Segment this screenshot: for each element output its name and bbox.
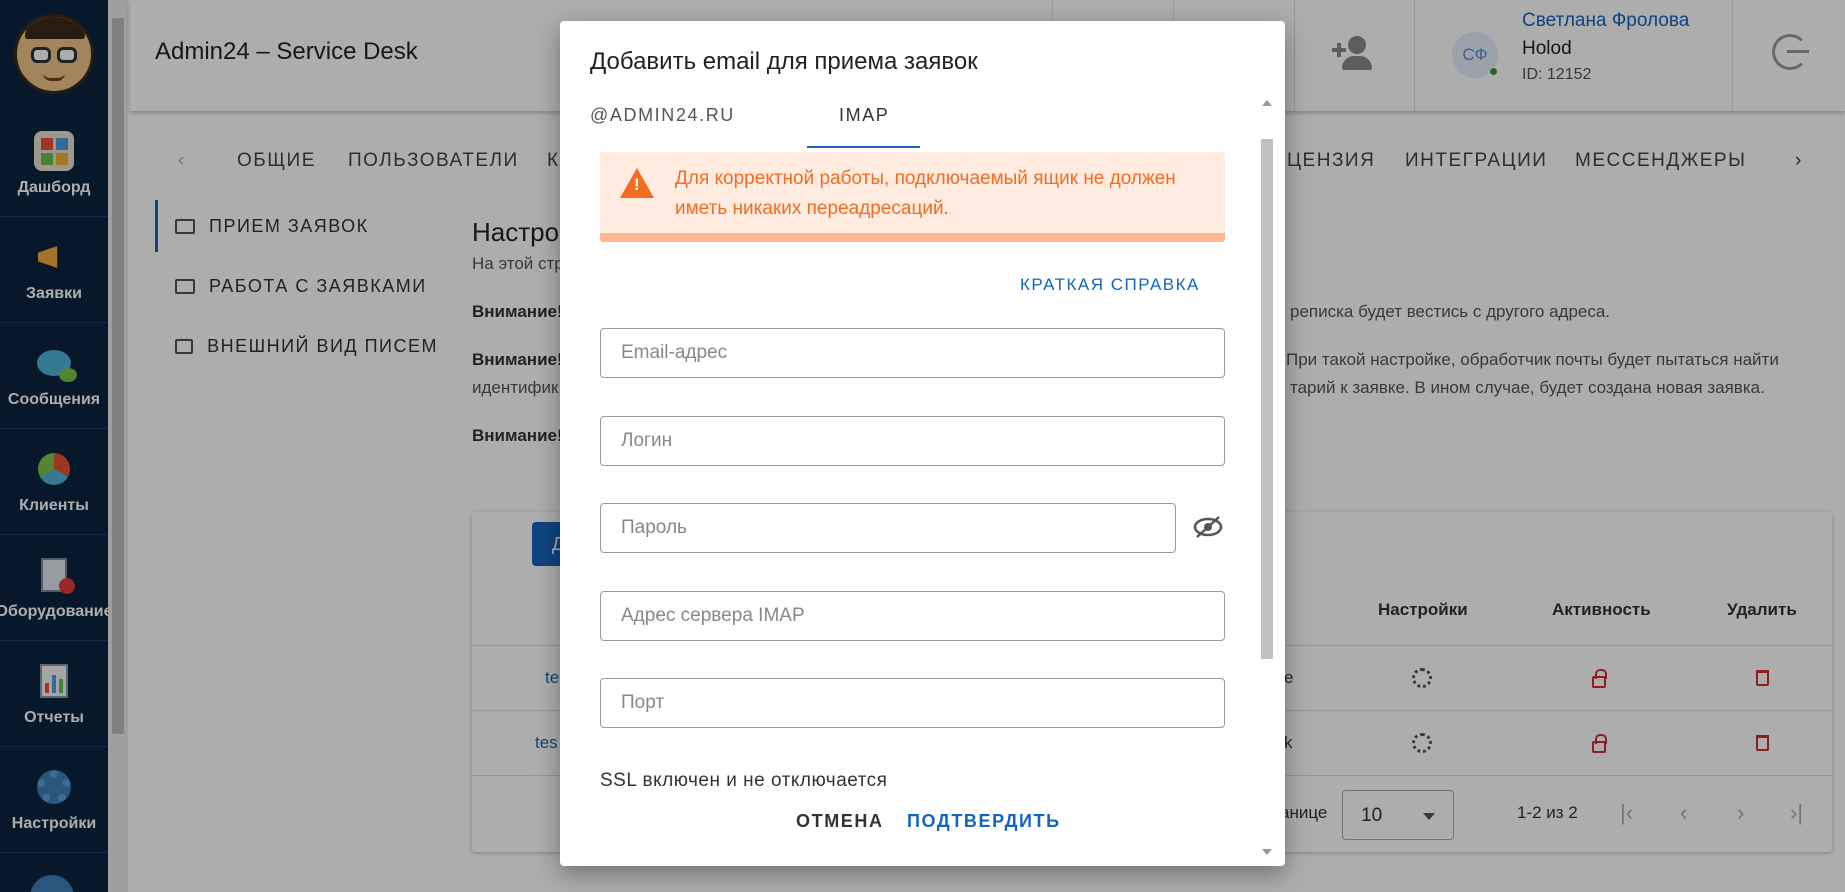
dialog-scrollbar[interactable]	[1259, 94, 1275, 855]
cancel-button[interactable]: ОТМЕНА	[796, 811, 884, 832]
email-field[interactable]	[600, 328, 1225, 378]
tab-admin24[interactable]: @ADMIN24.RU	[590, 105, 735, 126]
login-input[interactable]	[601, 417, 1224, 465]
active-tab-indicator	[807, 146, 920, 148]
scroll-thumb[interactable]	[1261, 139, 1273, 659]
dialog-tabs: @ADMIN24.RU IMAP	[590, 83, 1230, 149]
warning-alert: ! Для корректной работы, подключаемый ящ…	[600, 152, 1225, 242]
ssl-info: SSL включен и не отключается	[600, 770, 888, 791]
login-field[interactable]	[600, 416, 1225, 466]
warning-icon: !	[620, 168, 654, 198]
dialog-title: Добавить email для приема заявок	[590, 48, 978, 75]
add-email-dialog: Добавить email для приема заявок @ADMIN2…	[560, 21, 1285, 866]
eye-off-icon[interactable]	[1193, 515, 1223, 539]
help-link[interactable]: КРАТКАЯ СПРАВКА	[1020, 275, 1200, 295]
port-field[interactable]	[600, 678, 1225, 728]
scroll-up-icon[interactable]	[1262, 100, 1272, 106]
tab-imap[interactable]: IMAP	[839, 105, 889, 126]
alert-text: Для корректной работы, подключаемый ящик…	[675, 168, 1176, 219]
port-input[interactable]	[601, 679, 1224, 727]
password-input[interactable]	[601, 504, 1175, 552]
confirm-button[interactable]: ПОДТВЕРДИТЬ	[907, 811, 1061, 832]
imap-server-input[interactable]	[601, 592, 1224, 640]
password-field[interactable]	[600, 503, 1176, 553]
scroll-down-icon[interactable]	[1262, 849, 1272, 855]
imap-server-field[interactable]	[600, 591, 1225, 641]
email-input[interactable]	[601, 329, 1224, 377]
